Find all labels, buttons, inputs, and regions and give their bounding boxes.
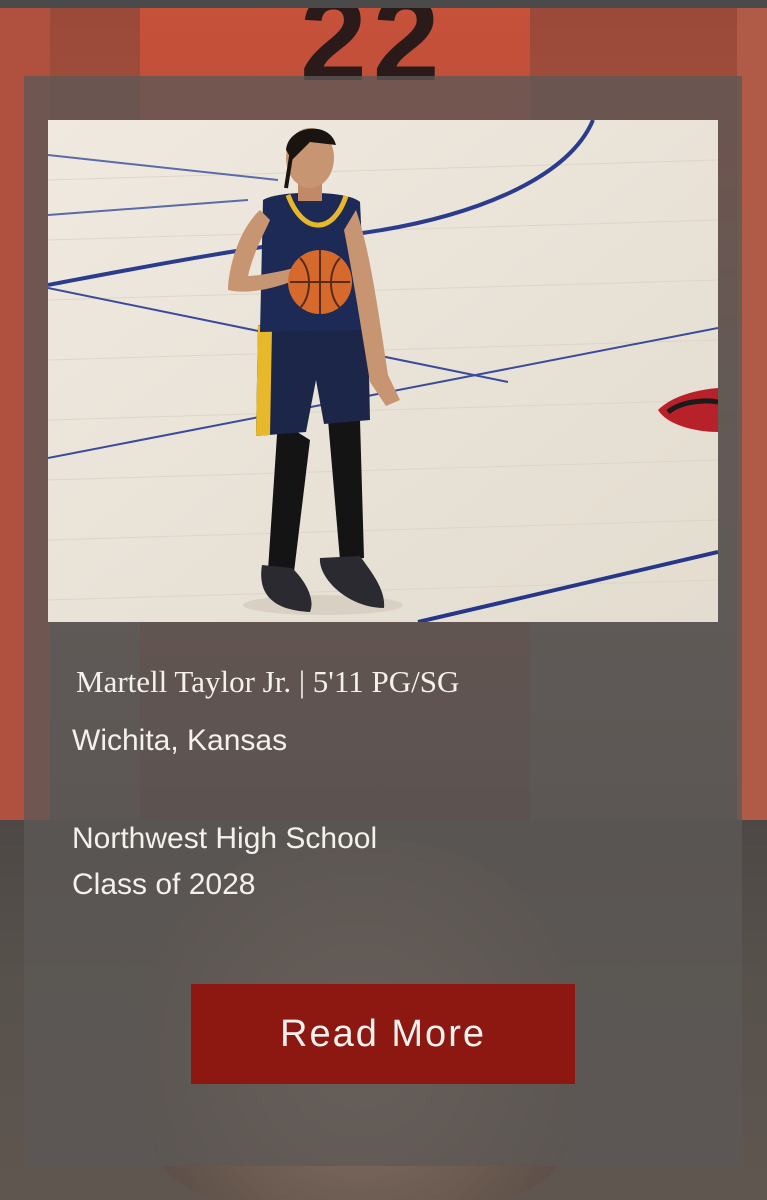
school-name: Northwest High School <box>72 822 378 855</box>
player-location: Wichita, Kansas <box>72 724 288 757</box>
top-bar <box>0 0 767 8</box>
player-photo <box>48 120 718 622</box>
class-year: Class of 2028 <box>72 868 256 901</box>
read-more-button[interactable]: Read More <box>191 984 575 1084</box>
player-name-title: Martell Taylor Jr. | 5'11 PG/SG <box>76 664 460 699</box>
player-school-info: Northwest High School Class of 2028 <box>72 816 712 908</box>
